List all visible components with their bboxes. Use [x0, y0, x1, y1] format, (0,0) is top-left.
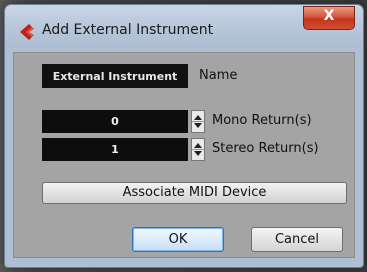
associate-midi-device-button[interactable]: Associate MIDI Device: [42, 182, 347, 204]
cancel-button[interactable]: Cancel: [251, 227, 343, 252]
title-bar: Add External Instrument X: [5, 5, 363, 47]
spinner-down-icon[interactable]: [194, 151, 202, 156]
dialog-content: External Instrument Name 0 Mono Return(s…: [13, 52, 355, 258]
ok-button[interactable]: OK: [132, 227, 224, 252]
mono-returns-spinner[interactable]: [191, 110, 205, 133]
stereo-returns-label: Stereo Return(s): [212, 141, 319, 156]
spinner-up-icon[interactable]: [194, 143, 202, 148]
name-label: Name: [199, 68, 238, 83]
dialog-window: Add External Instrument X External Instr…: [4, 4, 364, 268]
window-title: Add External Instrument: [42, 22, 214, 38]
close-button[interactable]: X: [303, 6, 355, 30]
cubase-back-icon: [20, 24, 34, 40]
instrument-name-field[interactable]: External Instrument: [42, 64, 188, 88]
spinner-up-icon[interactable]: [194, 115, 202, 120]
spinner-divider: [192, 149, 204, 150]
stereo-returns-spinner[interactable]: [191, 138, 205, 161]
spinner-divider: [192, 121, 204, 122]
close-icon: X: [323, 8, 335, 24]
spinner-down-icon[interactable]: [194, 123, 202, 128]
mono-returns-label: Mono Return(s): [212, 113, 312, 128]
mono-returns-field[interactable]: 0: [42, 110, 188, 133]
stereo-returns-field[interactable]: 1: [42, 138, 188, 161]
